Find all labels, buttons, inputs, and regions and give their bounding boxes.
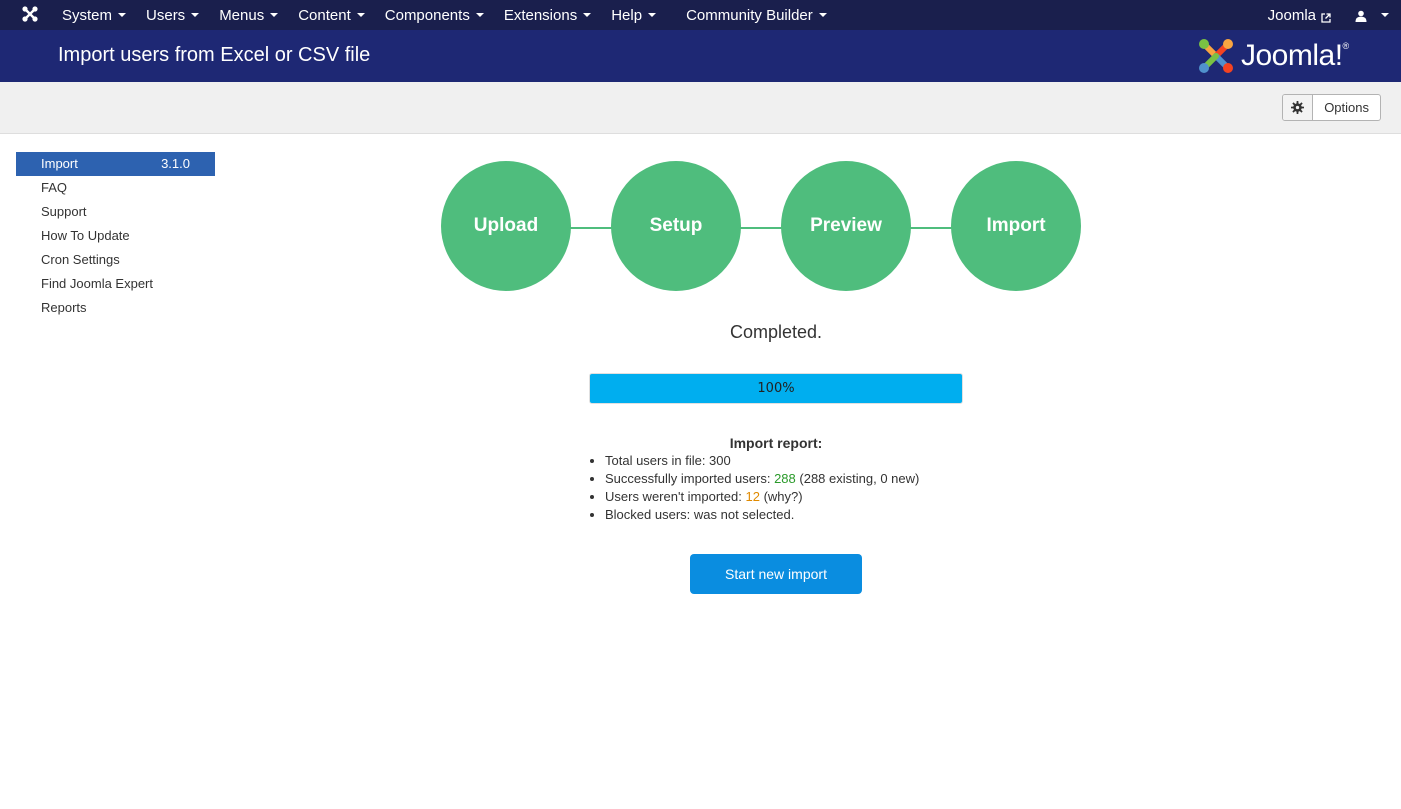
report-failed: Users weren't imported: 12 (why?) — [605, 488, 919, 506]
menu-components[interactable]: Components — [375, 0, 494, 30]
sidebar-item-cron-settings[interactable]: Cron Settings — [16, 248, 215, 272]
menu-help[interactable]: Help — [601, 0, 666, 30]
menu-extensions[interactable]: Extensions — [494, 0, 601, 30]
user-menu[interactable] — [1343, 0, 1401, 30]
gear-icon — [1283, 95, 1314, 120]
report-title: Import report: — [729, 435, 823, 451]
menu-community-builder[interactable]: Community Builder — [676, 0, 837, 30]
joomla-icon[interactable] — [20, 4, 40, 24]
menu-menus[interactable]: Menus — [209, 0, 288, 30]
external-link-icon — [1321, 10, 1331, 23]
site-link[interactable]: Joomla — [1256, 0, 1343, 30]
sidebar-item-import[interactable]: Import 3.1.0 — [16, 152, 215, 176]
navbar-right: Joomla — [1256, 0, 1401, 30]
step-preview: Preview — [781, 161, 911, 291]
caret-down-icon — [1381, 13, 1389, 17]
report-blocked: Blocked users: was not selected. — [605, 506, 919, 524]
report-total: Total users in file: 300 — [605, 452, 919, 470]
caret-down-icon — [270, 13, 279, 17]
sidebar-item-faq[interactable]: FAQ — [16, 176, 215, 200]
start-new-import-button[interactable]: Start new import — [690, 554, 862, 594]
caret-down-icon — [191, 13, 200, 17]
progress-label: 100% — [757, 381, 795, 396]
main-menu: System Users Menus Content Components Ex… — [52, 0, 837, 30]
step-setup: Setup — [611, 161, 741, 291]
sidebar-item-reports[interactable]: Reports — [16, 296, 215, 320]
sidebar-item-support[interactable]: Support — [16, 200, 215, 224]
sidebar: Import 3.1.0 FAQ Support How To Update C… — [16, 152, 215, 320]
step-import: Import — [951, 161, 1081, 291]
joomla-logo-icon — [1199, 39, 1233, 73]
progress-bar: 100% — [589, 373, 963, 404]
caret-down-icon — [475, 13, 484, 17]
sidebar-item-find-joomla-expert[interactable]: Find Joomla Expert — [16, 272, 215, 296]
steps-connector — [506, 227, 1016, 229]
failed-count: 12 — [745, 489, 760, 504]
report-success: Successfully imported users: 288 (288 ex… — [605, 470, 919, 488]
import-steps: Upload Setup Preview Import — [441, 161, 1081, 291]
logo-text: Joomla!® — [1241, 39, 1350, 72]
joomla-logo: Joomla!® — [1197, 36, 1381, 76]
status-text: Completed. — [729, 322, 823, 342]
page-header: Import users from Excel or CSV file Joom… — [0, 30, 1401, 82]
top-navbar: System Users Menus Content Components Ex… — [0, 0, 1401, 30]
sidebar-item-how-to-update[interactable]: How To Update — [16, 224, 215, 248]
menu-system[interactable]: System — [52, 0, 136, 30]
caret-down-icon — [818, 13, 827, 17]
caret-down-icon — [118, 13, 127, 17]
step-upload: Upload — [441, 161, 571, 291]
registered-mark: ® — [1342, 41, 1350, 51]
options-button[interactable]: Options — [1282, 94, 1381, 121]
success-count: 288 — [774, 471, 796, 486]
menu-users[interactable]: Users — [136, 0, 209, 30]
user-icon — [1355, 9, 1367, 22]
page-title: Import users from Excel or CSV file — [58, 44, 371, 66]
caret-down-icon — [648, 13, 657, 17]
toolbar: Options — [0, 82, 1401, 134]
report-list: Total users in file: 300 Successfully im… — [605, 452, 919, 524]
caret-down-icon — [583, 13, 592, 17]
version-badge: 3.1.0 — [161, 156, 190, 171]
menu-content[interactable]: Content — [288, 0, 375, 30]
caret-down-icon — [356, 13, 365, 17]
